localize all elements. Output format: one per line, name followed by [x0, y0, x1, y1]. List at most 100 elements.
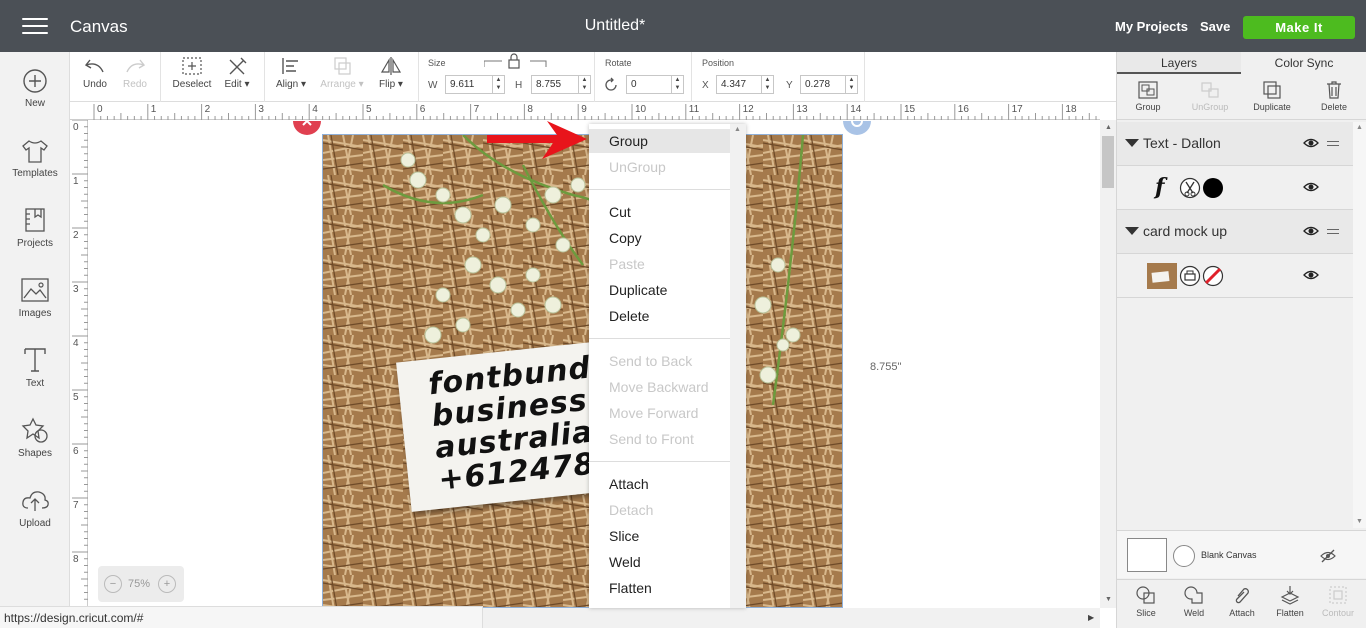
sidebar-item-upload[interactable]: Upload	[0, 488, 70, 529]
flatten-button[interactable]: Flatten	[1266, 584, 1314, 618]
y-label: Y	[786, 80, 793, 91]
sidebar-item-label: Upload	[19, 518, 51, 529]
ruler-number: 12	[742, 104, 754, 115]
menu-item-send-to-front[interactable]: Send to Front	[589, 427, 730, 451]
drag-handle-icon[interactable]	[1327, 229, 1339, 237]
menu-item-detach[interactable]: Detach	[589, 498, 730, 522]
menu-item-copy[interactable]: Copy	[589, 226, 730, 250]
delete-button[interactable]: Delete	[1303, 80, 1365, 112]
ruler-number: 18	[1065, 104, 1077, 115]
context-menu-scrollbar[interactable]: ▲	[730, 124, 746, 608]
menu-item-slice[interactable]: Slice	[589, 524, 730, 548]
blank-canvas-row[interactable]: Blank Canvas	[1117, 530, 1366, 578]
x-stepper[interactable]: ▲ ▼	[761, 76, 773, 93]
top-bar: Canvas Untitled* My Projects Save Make I…	[0, 0, 1366, 52]
sidebar-item-label: Images	[18, 308, 52, 319]
drag-handle-icon[interactable]	[1327, 141, 1339, 149]
duplicate-button[interactable]: Duplicate	[1241, 80, 1303, 112]
my-projects-link[interactable]: My Projects	[1115, 19, 1188, 34]
y-position-input[interactable]: 0.278 ▲ ▼	[800, 75, 858, 94]
vertical-ruler: 0 1 2 3 4 5 6 7 8	[70, 120, 88, 608]
layer-item-text[interactable]: f	[1117, 166, 1353, 210]
cut-scissors-icon[interactable]	[1179, 177, 1201, 199]
caret-down-icon[interactable]	[1125, 139, 1139, 147]
rotate-label: Rotate	[605, 58, 632, 68]
align-dropdown[interactable]: Align ▾	[272, 56, 310, 90]
canvas-color-circle[interactable]	[1173, 545, 1195, 567]
menu-item-flatten[interactable]: Flatten	[589, 576, 730, 600]
zoom-in-button[interactable]: +	[158, 575, 176, 593]
x-position-input[interactable]: 4.347 ▲ ▼	[716, 75, 774, 94]
menu-item-move-forward[interactable]: Move Forward	[589, 401, 730, 425]
rotate-handle-icon[interactable]	[843, 121, 871, 135]
sidebar-item-text[interactable]: Text	[0, 346, 70, 389]
layer-group-text[interactable]: Text - Dallon	[1117, 122, 1353, 166]
color-swatch-icon[interactable]	[1202, 177, 1224, 199]
flip-dropdown[interactable]: Flip ▾	[374, 56, 408, 90]
layers-scrollbar[interactable]: ▲ ▼	[1353, 122, 1366, 528]
canvas-swatch[interactable]	[1127, 538, 1167, 572]
print-then-cut-icon[interactable]	[1179, 265, 1201, 287]
sidebar-item-projects[interactable]: Projects	[0, 206, 70, 249]
flip-icon	[380, 57, 402, 75]
group-button[interactable]: Group	[1117, 80, 1179, 112]
menu-item-cut[interactable]: Cut	[589, 200, 730, 224]
card-mockup-image[interactable]: fontbundl business p australia +61247892…	[322, 134, 843, 608]
layer-group-card[interactable]: card mock up	[1117, 210, 1353, 254]
arrange-dropdown[interactable]: Arrange ▾	[318, 56, 366, 90]
menu-item-attach[interactable]: Attach	[589, 472, 730, 496]
ruler-number: 9	[581, 104, 587, 115]
menu-item-weld[interactable]: Weld	[589, 550, 730, 574]
shirt-icon	[22, 140, 48, 163]
edit-dropdown[interactable]: Edit ▾	[220, 56, 254, 90]
save-button[interactable]: Save	[1200, 19, 1230, 34]
ruler-number: 1	[73, 176, 79, 187]
menu-item-move-backward[interactable]: Move Backward	[589, 375, 730, 399]
tab-color-sync[interactable]: Color Sync	[1241, 52, 1366, 74]
y-stepper[interactable]: ▲ ▼	[845, 76, 857, 93]
eye-icon[interactable]	[1303, 136, 1319, 150]
height-input[interactable]: 8.755 ▲ ▼	[531, 75, 591, 94]
no-color-swatch-icon[interactable]	[1202, 265, 1224, 287]
eye-icon[interactable]	[1303, 224, 1319, 238]
sidebar-item-templates[interactable]: Templates	[0, 138, 70, 179]
layer-item-image[interactable]	[1117, 254, 1353, 298]
delete-handle-icon[interactable]	[293, 121, 321, 135]
eye-icon[interactable]	[1303, 268, 1319, 282]
menu-item-duplicate[interactable]: Duplicate	[589, 278, 730, 302]
undo-icon	[84, 59, 104, 73]
height-stepper[interactable]: ▲ ▼	[578, 76, 590, 93]
rotate-stepper[interactable]: ▲ ▼	[671, 76, 683, 93]
canvas-vertical-scrollbar[interactable]: ▲ ▼	[1100, 120, 1116, 608]
make-it-button[interactable]: Make It	[1243, 16, 1355, 39]
contour-button[interactable]: Contour	[1314, 584, 1362, 618]
ruler-number: 14	[850, 104, 862, 115]
ungroup-button[interactable]: UnGroup	[1179, 80, 1241, 112]
attach-button[interactable]: Attach	[1218, 584, 1266, 618]
sidebar-item-new[interactable]: New	[0, 68, 70, 109]
menu-item-send-to-back[interactable]: Send to Back	[589, 349, 730, 373]
menu-item-ungroup[interactable]: UnGroup	[589, 155, 730, 179]
caret-down-icon[interactable]	[1125, 227, 1139, 235]
weld-button[interactable]: Weld	[1170, 584, 1218, 618]
rotate-input[interactable]: 0 ▲ ▼	[626, 75, 684, 94]
width-input[interactable]: 9.611 ▲ ▼	[445, 75, 505, 94]
scrollbar-thumb[interactable]	[1102, 136, 1114, 188]
lock-icon[interactable]	[484, 53, 548, 69]
left-sidebar: New Templates Projects Images Text Shape…	[0, 52, 70, 628]
redo-button[interactable]: Redo	[120, 56, 150, 90]
undo-button[interactable]: Undo	[80, 56, 110, 90]
eye-hidden-icon[interactable]	[1320, 549, 1336, 563]
sidebar-item-shapes[interactable]: Shapes	[0, 416, 70, 459]
eye-icon[interactable]	[1303, 180, 1319, 194]
canvas-horizontal-scrollbar[interactable]: ▶	[482, 608, 1100, 628]
menu-item-paste[interactable]: Paste	[589, 252, 730, 276]
width-stepper[interactable]: ▲ ▼	[492, 76, 504, 93]
zoom-out-button[interactable]: −	[104, 575, 122, 593]
sidebar-item-images[interactable]: Images	[0, 276, 70, 319]
menu-item-delete[interactable]: Delete	[589, 304, 730, 328]
slice-button[interactable]: Slice	[1122, 584, 1170, 618]
tab-layers[interactable]: Layers	[1117, 52, 1241, 74]
menu-item-group[interactable]: Group	[589, 129, 730, 153]
deselect-button[interactable]: Deselect	[170, 56, 214, 90]
